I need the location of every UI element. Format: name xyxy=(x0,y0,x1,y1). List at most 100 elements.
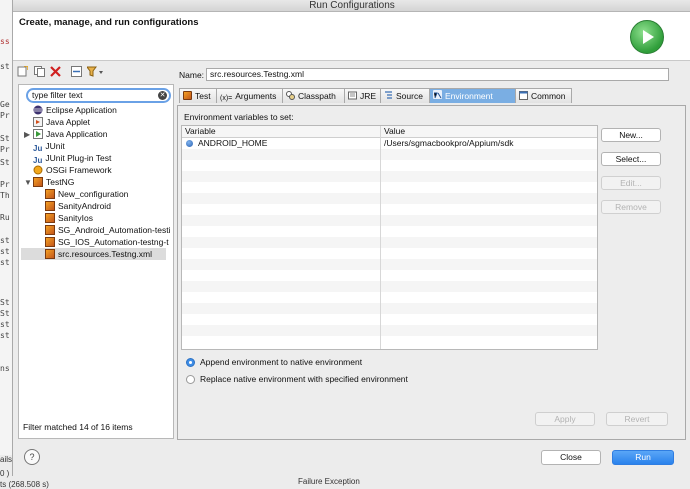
column-header-value[interactable]: Value xyxy=(384,126,405,137)
tab-label: Classpath xyxy=(298,91,336,101)
duplicate-icon[interactable] xyxy=(33,66,45,78)
filter-icon[interactable] xyxy=(86,66,105,77)
config-tree-panel: type filter text ✕ Eclipse Application J… xyxy=(18,84,174,439)
tree-item-junit-plugin-test[interactable]: Ju JUnit Plug-in Test xyxy=(33,152,112,165)
tab-common[interactable]: Common xyxy=(515,88,572,103)
env-variables-table[interactable]: Variable Value ANDROID_HOME /Users/sgmac… xyxy=(181,125,598,350)
new-button[interactable]: New... xyxy=(601,128,661,142)
env-section-label: Environment variables to set: xyxy=(184,112,294,122)
tree-item-label: Eclipse Application xyxy=(46,105,117,115)
replace-env-option[interactable]: Replace native environment with specifie… xyxy=(186,373,408,385)
table-row[interactable]: ANDROID_HOME /Users/sgmacbookpro/Appium/… xyxy=(182,138,597,149)
table-row xyxy=(182,314,597,325)
tree-item-label: JUnit Plug-in Test xyxy=(45,153,112,163)
tree-item-osgi-framework[interactable]: OSGi Framework xyxy=(33,164,112,176)
environment-icon xyxy=(433,90,442,99)
tree-item-eclipse-application[interactable]: Eclipse Application xyxy=(33,104,117,116)
tree-item-sanity-ios[interactable]: SanityIos xyxy=(45,212,93,224)
select-button[interactable]: Select... xyxy=(601,152,661,166)
tab-source[interactable]: Source xyxy=(380,88,430,103)
tree-item-src-resources-testng-xml[interactable]: src.resources.Testng.xml xyxy=(21,248,166,260)
edit-button[interactable]: Edit... xyxy=(601,176,661,190)
filter-status: Filter matched 14 of 16 items xyxy=(23,422,133,432)
tree-item-label: TestNG xyxy=(46,177,75,187)
background-snippet: st xyxy=(0,236,10,245)
revert-button[interactable]: Revert xyxy=(606,412,668,426)
background-snippet: St xyxy=(0,158,10,167)
name-label: Name: xyxy=(179,70,205,80)
name-field[interactable]: src.resources.Testng.xml xyxy=(206,68,669,81)
tree-item-new-configuration[interactable]: New_configuration xyxy=(45,188,128,200)
tree-item-sg-ios-automation[interactable]: SG_IOS_Automation-testng-t xyxy=(45,236,171,248)
tree-item-java-applet[interactable]: Java Applet xyxy=(33,116,90,128)
append-env-option[interactable]: Append environment to native environment xyxy=(186,356,362,368)
config-editor: Name: src.resources.Testng.xml Test (x)=… xyxy=(174,66,688,440)
table-row xyxy=(182,160,597,171)
table-row xyxy=(182,171,597,182)
tab-label: Source xyxy=(396,91,423,101)
tree-item-label: Java Applet xyxy=(46,117,90,127)
tab-arguments[interactable]: (x)= Arguments xyxy=(216,88,283,103)
testng-icon xyxy=(45,249,55,259)
background-snippet: Th xyxy=(0,191,10,200)
delete-icon[interactable] xyxy=(50,66,61,77)
option-label: Append environment to native environment xyxy=(200,357,363,367)
close-button[interactable]: Close xyxy=(541,450,601,465)
radio-selected-icon[interactable] xyxy=(186,358,195,367)
tree-item-sg-android-automation[interactable]: SG_Android_Automation-testi xyxy=(45,224,171,236)
testng-icon xyxy=(45,201,55,211)
background-snippet: St xyxy=(0,134,10,143)
background-snippet: Pr xyxy=(0,180,10,189)
tree-item-testng[interactable]: TestNG xyxy=(33,176,74,188)
dialog-header: Create, manage, and run configurations xyxy=(13,12,690,61)
collapse-all-icon[interactable] xyxy=(70,66,82,78)
tab-label: Test xyxy=(195,91,211,101)
run-button[interactable]: Run xyxy=(612,450,674,465)
radio-unselected-icon[interactable] xyxy=(186,375,195,384)
tree-item-label: JUnit xyxy=(45,141,65,151)
tree-item-junit[interactable]: Ju JUnit xyxy=(33,140,65,153)
background-snippet: st xyxy=(0,62,10,71)
table-row xyxy=(182,281,597,292)
new-config-icon[interactable] xyxy=(17,65,29,77)
background-snippet: St xyxy=(0,298,10,307)
tab-label: JRE xyxy=(360,91,377,101)
column-header-variable[interactable]: Variable xyxy=(185,126,216,137)
common-icon xyxy=(519,90,528,100)
tab-environment[interactable]: Environment xyxy=(429,88,516,103)
tab-jre[interactable]: JRE xyxy=(344,88,381,103)
table-row xyxy=(182,336,597,347)
table-row xyxy=(182,215,597,226)
background-snippet: Failure Exception xyxy=(298,477,360,486)
tab-test[interactable]: Test xyxy=(179,88,217,103)
background-snippet: ss xyxy=(0,37,10,46)
tree-item-label: SG_IOS_Automation-testng-t xyxy=(58,237,169,247)
tree-item-sanity-android[interactable]: SanityAndroid xyxy=(45,200,111,212)
java-applet-icon xyxy=(33,117,43,127)
background-snippet: st xyxy=(0,331,10,340)
help-icon[interactable]: ? xyxy=(24,449,40,465)
config-toolbar xyxy=(17,65,108,82)
eclipse-icon xyxy=(33,105,43,115)
background-snippet: ts (268.508 s) xyxy=(0,480,49,489)
table-row xyxy=(182,149,597,160)
jre-icon xyxy=(348,90,357,100)
expand-arrow-icon[interactable]: ▶ xyxy=(24,130,30,139)
tree-item-label: SanityAndroid xyxy=(58,201,111,211)
tree-item-java-application[interactable]: Java Application xyxy=(33,128,107,140)
tree-item-label: OSGi Framework xyxy=(46,165,112,175)
remove-button[interactable]: Remove xyxy=(601,200,661,214)
tab-classpath[interactable]: Classpath xyxy=(282,88,345,103)
table-row xyxy=(182,248,597,259)
apply-button[interactable]: Apply xyxy=(535,412,595,426)
testng-icon xyxy=(183,91,192,100)
testng-icon xyxy=(45,213,55,223)
background-snippet: st xyxy=(0,320,10,329)
env-variable-name: ANDROID_HOME xyxy=(198,138,268,148)
clear-filter-icon[interactable]: ✕ xyxy=(158,91,167,100)
background-snippet: st xyxy=(0,258,10,267)
background-snippet: Pr xyxy=(0,145,10,154)
background-snippet: 0 ) xyxy=(0,469,10,478)
collapse-arrow-icon[interactable]: ▼ xyxy=(24,178,32,187)
filter-input[interactable]: type filter text ✕ xyxy=(26,88,171,103)
